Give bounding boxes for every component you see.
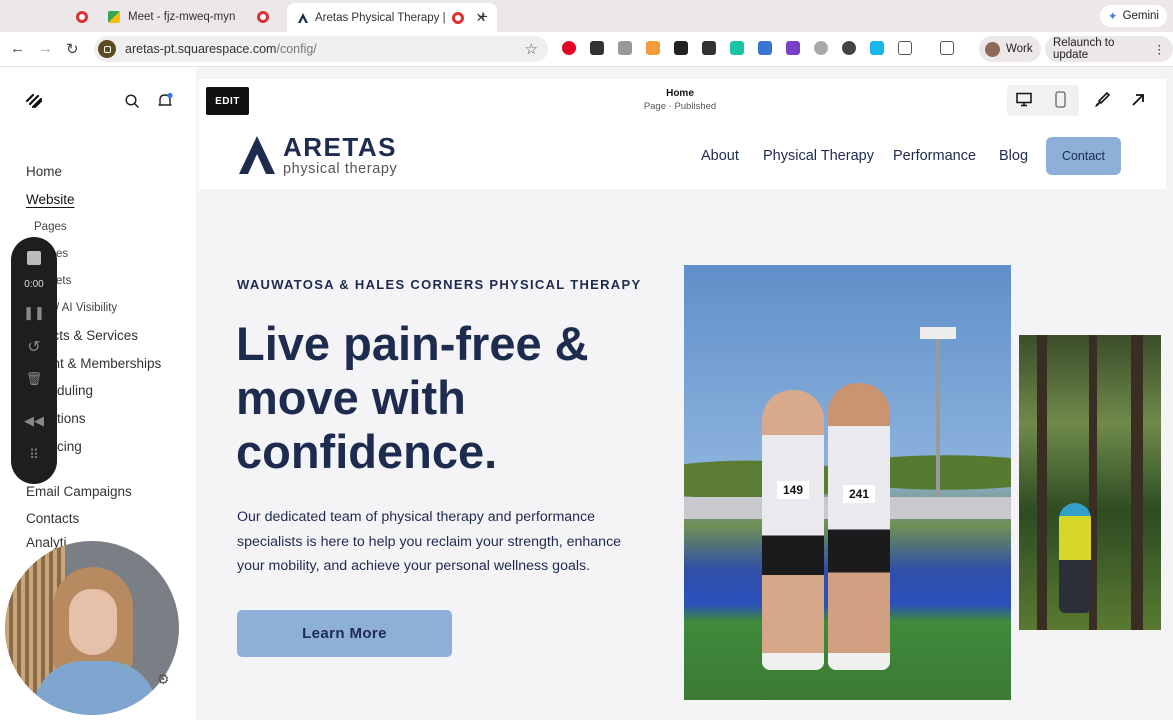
sparkle-icon: ✦	[1107, 11, 1118, 23]
page-status: Page · Published	[643, 101, 717, 112]
logo-tagline: physical therapy	[283, 161, 398, 177]
webcam-bubble[interactable]	[5, 541, 179, 715]
hero-eyebrow: WAUWATOSA & HALES CORNERS PHYSICAL THERA…	[237, 277, 642, 292]
race-bib: 149	[777, 481, 809, 499]
learn-more-button[interactable]: Learn More	[237, 610, 452, 657]
tab-meet[interactable]: Meet - fjz-mweq-myn ✕	[108, 4, 298, 30]
recording-icon	[257, 11, 270, 23]
site-editor: EDIT Home Page · Published ARETAS physic…	[196, 67, 1173, 720]
contact-button[interactable]: Contact	[1046, 137, 1121, 175]
sidebar-item-home[interactable]: Home	[26, 164, 62, 179]
sidebar-item-seo-ai-visibility[interactable]: / AI Visibility	[56, 302, 117, 314]
logo-name[interactable]: ARETAS	[283, 132, 397, 163]
stop-recording-icon[interactable]	[27, 251, 41, 265]
google-meet-icon	[108, 11, 120, 23]
url-domain: aretas-pt.squarespace.com	[125, 42, 277, 56]
avatar	[985, 41, 1000, 57]
sidebar-item-pages[interactable]: Pages	[34, 221, 67, 233]
sidebar-item-donations[interactable]: tions	[57, 411, 86, 426]
reload-icon[interactable]: ↻	[66, 40, 79, 58]
hero-photo-runners: 149 241	[684, 265, 1011, 700]
page-title: Home	[666, 88, 694, 99]
tab-recording[interactable]	[76, 4, 96, 30]
hero-headline: Live pain-free & move with confidence.	[236, 317, 589, 478]
site-nav-performance[interactable]: Performance	[893, 148, 976, 164]
sidebar-item-styles[interactable]: es	[56, 248, 68, 260]
edit-button[interactable]: EDIT	[206, 87, 249, 115]
address-bar[interactable]: aretas-pt.squarespace.com/config/ ☆	[94, 36, 548, 62]
gemini-button[interactable]: ✦ Gemini	[1099, 5, 1167, 27]
site-info-icon[interactable]	[98, 40, 116, 58]
tab-search-icon[interactable]	[940, 41, 954, 55]
aretas-favicon-icon	[298, 12, 308, 23]
forward-icon[interactable]: →	[38, 40, 53, 57]
url-path: /config/	[276, 42, 317, 56]
site-nav-physical-therapy[interactable]: Physical Therapy	[763, 148, 874, 164]
search-icon[interactable]	[125, 94, 140, 109]
vimeo-extension-icon[interactable]	[870, 41, 884, 55]
extension-icon[interactable]	[674, 41, 688, 55]
browser-toolbar: ← → ↻ aretas-pt.squarespace.com/config/ …	[0, 32, 1173, 67]
recording-icon	[451, 11, 464, 24]
more-vertical-icon[interactable]: ⋮	[1154, 42, 1166, 56]
restart-icon[interactable]: ↺	[11, 337, 57, 357]
bell-icon[interactable]	[156, 92, 174, 110]
drag-handle-icon[interactable]: ⠿	[11, 447, 57, 463]
relaunch-button[interactable]: Relaunch to update ⋮	[1045, 36, 1173, 62]
sidebar-item-assets[interactable]: ets	[56, 275, 71, 287]
grid-extension-icon[interactable]	[702, 41, 716, 55]
extension-icon[interactable]	[590, 41, 604, 55]
back-icon[interactable]: ←	[10, 40, 25, 57]
extension-icon[interactable]	[814, 41, 828, 55]
site-header: ARETAS physical therapy About Physical T…	[199, 124, 1166, 189]
browser-tab-strip: Meet - fjz-mweq-myn ✕ Aretas Physical Th…	[0, 0, 1173, 32]
recording-timer: 0:00	[24, 279, 44, 290]
extension-icon[interactable]	[758, 41, 772, 55]
race-bib: 241	[843, 485, 875, 503]
gear-icon[interactable]: ⚙	[157, 671, 170, 688]
hero-body-text: Our dedicated team of physical therapy a…	[237, 509, 622, 574]
new-tab-button[interactable]: +	[478, 4, 488, 30]
extensions-puzzle-icon[interactable]	[898, 41, 912, 55]
sidebar-item-email-campaigns[interactable]: Email Campaigns	[26, 484, 132, 499]
sidebar-item-contacts[interactable]: Contacts	[26, 511, 79, 526]
sidebar-item-content-memberships[interactable]: ent & Memberships	[45, 356, 161, 371]
pause-icon[interactable]: ❚❚	[11, 305, 57, 321]
site-nav-blog[interactable]: Blog	[999, 148, 1028, 164]
aretas-logo-icon[interactable]	[237, 134, 277, 176]
extension-icon[interactable]	[646, 41, 660, 55]
editor-toolbar: EDIT Home Page · Published	[199, 79, 1166, 124]
side-photo-trail-runner	[1019, 335, 1161, 630]
screen-recorder-toolbar: 0:00 ❚❚ ↺ 🗑 ◀◀ ⠿	[11, 237, 57, 484]
sidebar-item-invoicing[interactable]: cing	[57, 439, 82, 454]
extension-icon[interactable]	[730, 41, 744, 55]
open-external-icon[interactable]	[1131, 93, 1145, 107]
recording-icon	[76, 11, 88, 23]
extension-icon[interactable]	[842, 41, 856, 55]
profile-chip[interactable]: Work	[979, 36, 1041, 62]
desktop-icon[interactable]	[1016, 92, 1032, 107]
device-toggle	[1007, 85, 1079, 116]
tab-aretas[interactable]: Aretas Physical Therapy | ✕	[287, 3, 497, 32]
paintbrush-icon[interactable]	[1093, 91, 1111, 109]
camera-extension-icon[interactable]	[618, 41, 632, 55]
site-nav-about[interactable]: About	[701, 148, 739, 164]
bookmark-star-icon[interactable]: ☆	[525, 40, 538, 58]
squarespace-logo-icon[interactable]	[24, 93, 44, 109]
extension-icon[interactable]	[786, 41, 800, 55]
sidebar-item-scheduling[interactable]: duling	[57, 383, 93, 398]
mobile-icon[interactable]	[1055, 91, 1066, 108]
sidebar-item-products-services[interactable]: ucts & Services	[45, 328, 138, 343]
trash-icon[interactable]: 🗑	[11, 371, 57, 387]
sidebar-item-website[interactable]: Website	[26, 192, 75, 207]
rewind-icon[interactable]: ◀◀	[11, 413, 57, 429]
plus-icon: +	[478, 7, 488, 26]
pinterest-extension-icon[interactable]	[562, 41, 576, 55]
